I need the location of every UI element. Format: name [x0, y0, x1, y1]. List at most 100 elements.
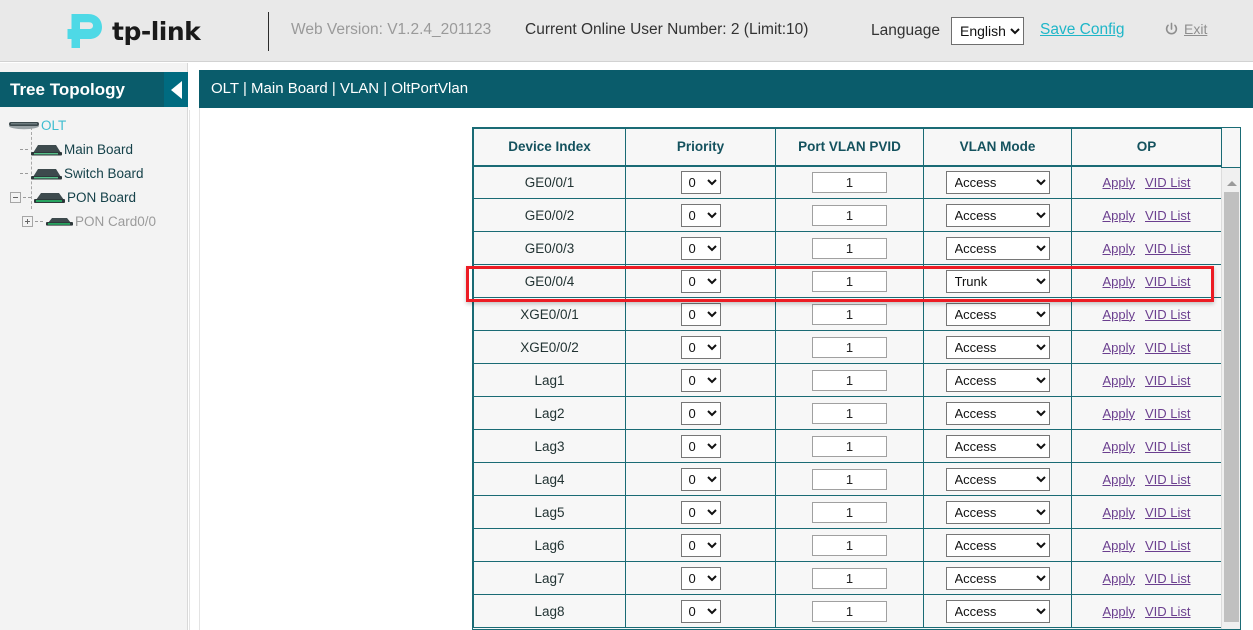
scrollbar-thumb[interactable] — [1224, 192, 1239, 622]
apply-link[interactable]: Apply — [1102, 373, 1135, 388]
apply-link[interactable]: Apply — [1102, 175, 1135, 190]
apply-link[interactable]: Apply — [1102, 208, 1135, 223]
vid-list-link[interactable]: VID List — [1145, 241, 1191, 256]
priority-select[interactable]: 01234567 — [681, 435, 721, 458]
vlan-mode-select[interactable]: AccessTrunkHybrid — [946, 270, 1050, 293]
expand-expander-icon[interactable] — [22, 216, 33, 227]
vid-list-link[interactable]: VID List — [1145, 406, 1191, 421]
apply-link[interactable]: Apply — [1102, 604, 1135, 619]
priority-select[interactable]: 01234567 — [681, 534, 721, 557]
vid-list-link[interactable]: VID List — [1145, 505, 1191, 520]
vlan-mode-select[interactable]: AccessTrunkHybrid — [946, 336, 1050, 359]
cell-port-vlan-pvid — [776, 364, 924, 397]
vlan-mode-select[interactable]: AccessTrunkHybrid — [946, 303, 1050, 326]
vid-list-link[interactable]: VID List — [1145, 274, 1191, 289]
topology-node-pon-card[interactable]: PON Card0/0 — [0, 209, 188, 233]
vlan-mode-select[interactable]: AccessTrunkHybrid — [946, 237, 1050, 260]
pvid-input[interactable] — [812, 535, 887, 556]
pvid-input[interactable] — [812, 403, 887, 424]
apply-link[interactable]: Apply — [1102, 538, 1135, 553]
priority-select[interactable]: 01234567 — [681, 303, 721, 326]
priority-select[interactable]: 01234567 — [681, 369, 721, 392]
pvid-input[interactable] — [812, 337, 887, 358]
topology-node-main-board[interactable]: Main Board — [0, 137, 188, 161]
oltportvlan-table: Device Index Priority Port VLAN PVID VLA… — [473, 128, 1222, 628]
priority-select[interactable]: 01234567 — [681, 402, 721, 425]
apply-link[interactable]: Apply — [1102, 340, 1135, 355]
vlan-mode-select[interactable]: AccessTrunkHybrid — [946, 468, 1050, 491]
apply-link[interactable]: Apply — [1102, 439, 1135, 454]
vid-list-link[interactable]: VID List — [1145, 175, 1191, 190]
priority-select[interactable]: 01234567 — [681, 567, 721, 590]
apply-link[interactable]: Apply — [1102, 472, 1135, 487]
cell-device-index: Lag7 — [474, 562, 626, 595]
topology-node-olt[interactable]: OLT — [0, 113, 188, 137]
pvid-input[interactable] — [812, 304, 887, 325]
table-row: GE0/0/301234567AccessTrunkHybridApply VI… — [474, 232, 1222, 265]
pvid-input[interactable] — [812, 205, 887, 226]
vid-list-link[interactable]: VID List — [1145, 208, 1191, 223]
vlan-mode-select[interactable]: AccessTrunkHybrid — [946, 171, 1050, 194]
vlan-mode-select[interactable]: AccessTrunkHybrid — [946, 435, 1050, 458]
priority-select[interactable]: 01234567 — [681, 171, 721, 194]
vlan-mode-select[interactable]: AccessTrunkHybrid — [946, 501, 1050, 524]
vid-list-link[interactable]: VID List — [1145, 604, 1191, 619]
vlan-mode-select[interactable]: AccessTrunkHybrid — [946, 534, 1050, 557]
pvid-input[interactable] — [812, 238, 887, 259]
priority-select[interactable]: 01234567 — [681, 501, 721, 524]
priority-select[interactable]: 01234567 — [681, 237, 721, 260]
exit-button[interactable]: Exit — [1164, 21, 1207, 37]
tree-connector — [23, 197, 31, 198]
vid-list-link[interactable]: VID List — [1145, 373, 1191, 388]
vlan-mode-select[interactable]: AccessTrunkHybrid — [946, 567, 1050, 590]
cell-port-vlan-pvid — [776, 331, 924, 364]
vlan-mode-select[interactable]: AccessTrunkHybrid — [946, 402, 1050, 425]
apply-link[interactable]: Apply — [1102, 241, 1135, 256]
table-row: Lag301234567AccessTrunkHybridApply VID L… — [474, 430, 1222, 463]
apply-link[interactable]: Apply — [1102, 505, 1135, 520]
table-vertical-scrollbar[interactable] — [1221, 128, 1240, 629]
pvid-input[interactable] — [812, 568, 887, 589]
topology-node-switch-board[interactable]: Switch Board — [0, 161, 188, 185]
vid-list-link[interactable]: VID List — [1145, 340, 1191, 355]
priority-select[interactable]: 01234567 — [681, 270, 721, 293]
vid-list-link[interactable]: VID List — [1145, 538, 1191, 553]
pvid-input[interactable] — [812, 601, 887, 622]
pvid-input[interactable] — [812, 469, 887, 490]
priority-select[interactable]: 01234567 — [681, 600, 721, 623]
pvid-input[interactable] — [812, 271, 887, 292]
vlan-mode-select[interactable]: AccessTrunkHybrid — [946, 204, 1050, 227]
vid-list-link[interactable]: VID List — [1145, 472, 1191, 487]
web-version-label: Web Version: V1.2.4_201123 — [291, 21, 491, 39]
vid-list-link[interactable]: VID List — [1145, 571, 1191, 586]
apply-link[interactable]: Apply — [1102, 307, 1135, 322]
vid-list-link[interactable]: VID List — [1145, 439, 1191, 454]
vlan-mode-select[interactable]: AccessTrunkHybrid — [946, 369, 1050, 392]
cell-vlan-mode: AccessTrunkHybrid — [924, 166, 1072, 199]
topology-node-pon-board[interactable]: PON Board — [0, 185, 188, 209]
cell-priority: 01234567 — [626, 364, 776, 397]
pvid-input[interactable] — [812, 502, 887, 523]
priority-select[interactable]: 01234567 — [681, 204, 721, 227]
language-select[interactable]: English中文 — [951, 17, 1024, 45]
board-icon — [29, 165, 63, 181]
priority-select[interactable]: 01234567 — [681, 336, 721, 359]
cell-op: Apply VID List — [1072, 364, 1222, 397]
apply-link[interactable]: Apply — [1102, 571, 1135, 586]
vlan-mode-select[interactable]: AccessTrunkHybrid — [946, 600, 1050, 623]
pvid-input[interactable] — [812, 436, 887, 457]
save-config-link[interactable]: Save Config — [1040, 21, 1124, 39]
scroll-up-button[interactable] — [1222, 176, 1241, 190]
pvid-input[interactable] — [812, 370, 887, 391]
vid-list-link[interactable]: VID List — [1145, 307, 1191, 322]
collapse-expander-icon[interactable] — [10, 192, 21, 203]
apply-link[interactable]: Apply — [1102, 274, 1135, 289]
apply-link[interactable]: Apply — [1102, 406, 1135, 421]
collapse-panel-button[interactable] — [164, 72, 188, 107]
cell-device-index: Lag8 — [474, 595, 626, 628]
exit-label: Exit — [1184, 21, 1207, 37]
priority-select[interactable]: 01234567 — [681, 468, 721, 491]
pvid-input[interactable] — [812, 172, 887, 193]
tree-connector — [20, 173, 28, 174]
breadcrumb: OLT | Main Board | VLAN | OltPortVlan — [211, 80, 468, 97]
